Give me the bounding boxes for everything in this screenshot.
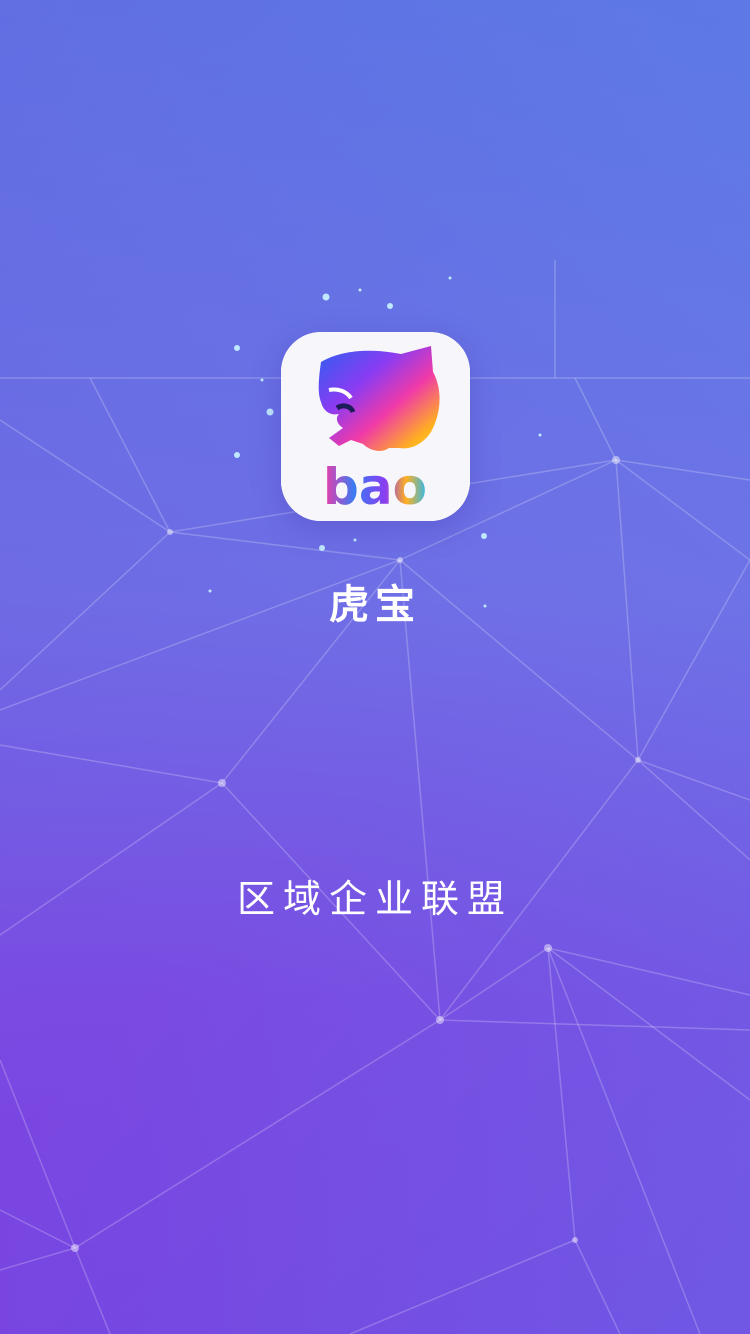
tiger-logo-icon: bao (281, 332, 470, 521)
svg-text:bao: bao (323, 458, 427, 516)
app-name: 虎宝 (329, 582, 421, 628)
tagline: 区域企业联盟 (236, 877, 513, 921)
splash-screen: bao 虎宝 区域企业联盟 (0, 0, 750, 1334)
network-background (0, 260, 750, 1334)
app-logo: bao (281, 332, 470, 521)
